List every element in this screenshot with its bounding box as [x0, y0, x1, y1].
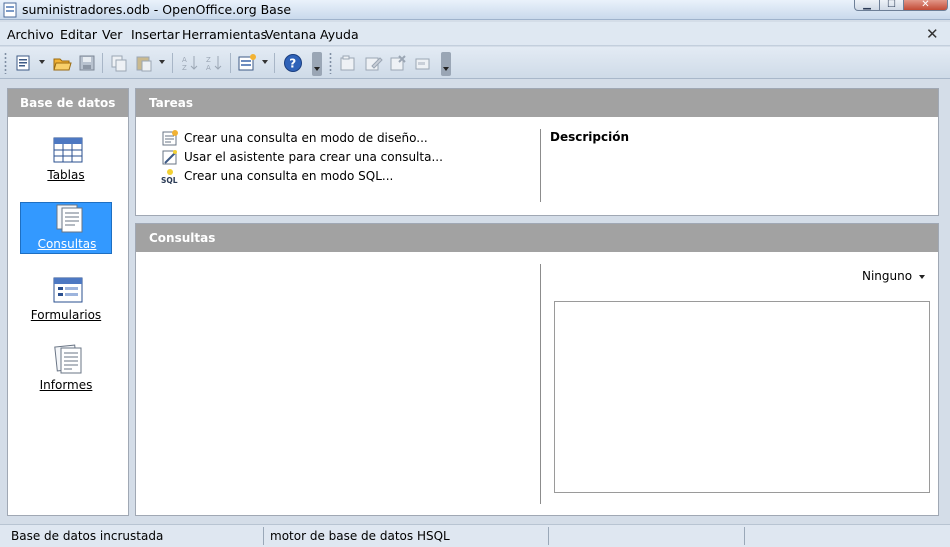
report-icon: [54, 344, 82, 374]
rename-object-icon[interactable]: [413, 53, 433, 73]
toolbar-separator: [172, 53, 173, 73]
form-design-icon[interactable]: [237, 53, 257, 73]
window-title: suministradores.odb - OpenOffice.org Bas…: [22, 2, 292, 17]
svg-text:?: ?: [289, 57, 296, 71]
nav-label: Informes: [39, 378, 93, 392]
open-folder-icon[interactable]: [52, 53, 72, 73]
svg-text:A: A: [182, 56, 187, 64]
nav-label: Consultas: [37, 237, 97, 251]
toolbar-separator: [102, 53, 103, 73]
task-sql-query[interactable]: SQL Crear una consulta en modo SQL...: [161, 168, 401, 186]
paste-icon[interactable]: [134, 53, 154, 73]
tasks-divider: [540, 129, 541, 202]
title-bar: suministradores.odb - OpenOffice.org Bas…: [0, 0, 950, 20]
task-query-wizard[interactable]: Usar el asistente para crear una consult…: [161, 149, 443, 167]
menu-insertar[interactable]: Insertar: [131, 27, 180, 42]
toolbar: AZ ZA ?: [0, 47, 950, 79]
status-separator: [744, 527, 745, 545]
queries-divider: [540, 264, 541, 504]
edit-object-icon[interactable]: [363, 53, 383, 73]
svg-text:Z: Z: [182, 64, 187, 72]
toolbar-overflow-button[interactable]: [441, 52, 451, 76]
status-engine: motor de base de datos HSQL: [270, 529, 450, 543]
menu-bar: Archivo Editar Ver Insertar Herramientas…: [0, 22, 950, 46]
status-separator: [548, 527, 549, 545]
sql-icon: SQL: [161, 169, 178, 184]
tasks-panel: Tareas Crear una consulta en modo de dis…: [135, 88, 939, 216]
maximize-icon: ☐: [887, 0, 896, 10]
menu-herramientas[interactable]: Herramientas: [182, 27, 267, 42]
nav-item-formularios[interactable]: Formularios: [20, 274, 112, 326]
table-icon: [53, 137, 83, 163]
minimize-icon: ▁: [863, 0, 871, 10]
toolbar-overflow-button[interactable]: [312, 52, 322, 76]
wizard-icon: [162, 150, 177, 165]
toolbar-separator: [230, 53, 231, 73]
task-label: Usar el asistente para crear una consult…: [184, 150, 443, 164]
menu-ventana[interactable]: Ventana: [265, 27, 316, 42]
task-label: Crear una consulta en modo SQL...: [184, 169, 394, 183]
delete-object-icon[interactable]: [388, 53, 408, 73]
minimize-button[interactable]: ▁: [854, 0, 880, 11]
queries-panel-title: Consultas: [136, 224, 938, 252]
svg-text:Z: Z: [206, 56, 211, 64]
svg-text:SQL: SQL: [161, 176, 178, 184]
preview-mode-value: Ninguno: [862, 269, 913, 283]
form-dropdown-arrow[interactable]: [262, 60, 268, 64]
sort-ascending-icon[interactable]: AZ: [180, 53, 200, 73]
toolbar-separator: [274, 53, 275, 73]
close-document-icon[interactable]: ✕: [926, 25, 939, 43]
task-label: Crear una consulta en modo de diseño...: [184, 131, 428, 145]
new-dropdown-arrow[interactable]: [39, 60, 45, 64]
help-icon[interactable]: ?: [283, 53, 303, 73]
maximize-button[interactable]: ☐: [879, 0, 904, 11]
database-panel-title: Base de datos: [8, 89, 128, 117]
menu-ver[interactable]: Ver: [102, 27, 122, 42]
nav-item-consultas[interactable]: Consultas: [20, 202, 112, 254]
close-icon: ✕: [921, 0, 930, 10]
paste-dropdown-arrow[interactable]: [159, 60, 165, 64]
close-window-button[interactable]: ✕: [903, 0, 948, 11]
status-database-type: Base de datos incrustada: [11, 529, 164, 543]
nav-item-tablas[interactable]: Tablas: [20, 134, 112, 186]
toolbar-grip[interactable]: [329, 52, 332, 74]
description-title: Descripción: [550, 130, 629, 144]
chevron-down-icon: [919, 274, 926, 279]
sort-descending-icon[interactable]: ZA: [204, 53, 224, 73]
open-object-icon[interactable]: [338, 53, 358, 73]
database-panel: Base de datos Tablas Consultas Formulari…: [7, 88, 129, 516]
menu-editar[interactable]: Editar: [60, 27, 97, 42]
base-app-icon: [3, 2, 17, 18]
copy-icon[interactable]: [109, 53, 129, 73]
svg-text:A: A: [206, 64, 211, 72]
nav-label: Formularios: [30, 308, 102, 322]
preview-area: [554, 301, 930, 493]
task-design-query[interactable]: Crear una consulta en modo de diseño...: [161, 130, 428, 148]
status-bar: Base de datos incrustada motor de base d…: [0, 524, 950, 547]
design-query-icon: [162, 130, 178, 146]
new-document-icon[interactable]: [14, 53, 34, 73]
menu-archivo[interactable]: Archivo: [7, 27, 54, 42]
menu-ayuda[interactable]: Ayuda: [320, 27, 359, 42]
queries-panel: Consultas Ninguno: [135, 223, 939, 516]
save-icon[interactable]: [77, 53, 97, 73]
preview-mode-select[interactable]: Ninguno: [862, 269, 926, 283]
status-separator: [263, 527, 264, 545]
nav-label: Tablas: [47, 168, 85, 182]
tasks-panel-title: Tareas: [136, 89, 938, 117]
toolbar-grip[interactable]: [4, 52, 7, 74]
form-icon: [53, 277, 83, 303]
query-icon: [56, 204, 83, 233]
nav-item-informes[interactable]: Informes: [20, 344, 112, 396]
